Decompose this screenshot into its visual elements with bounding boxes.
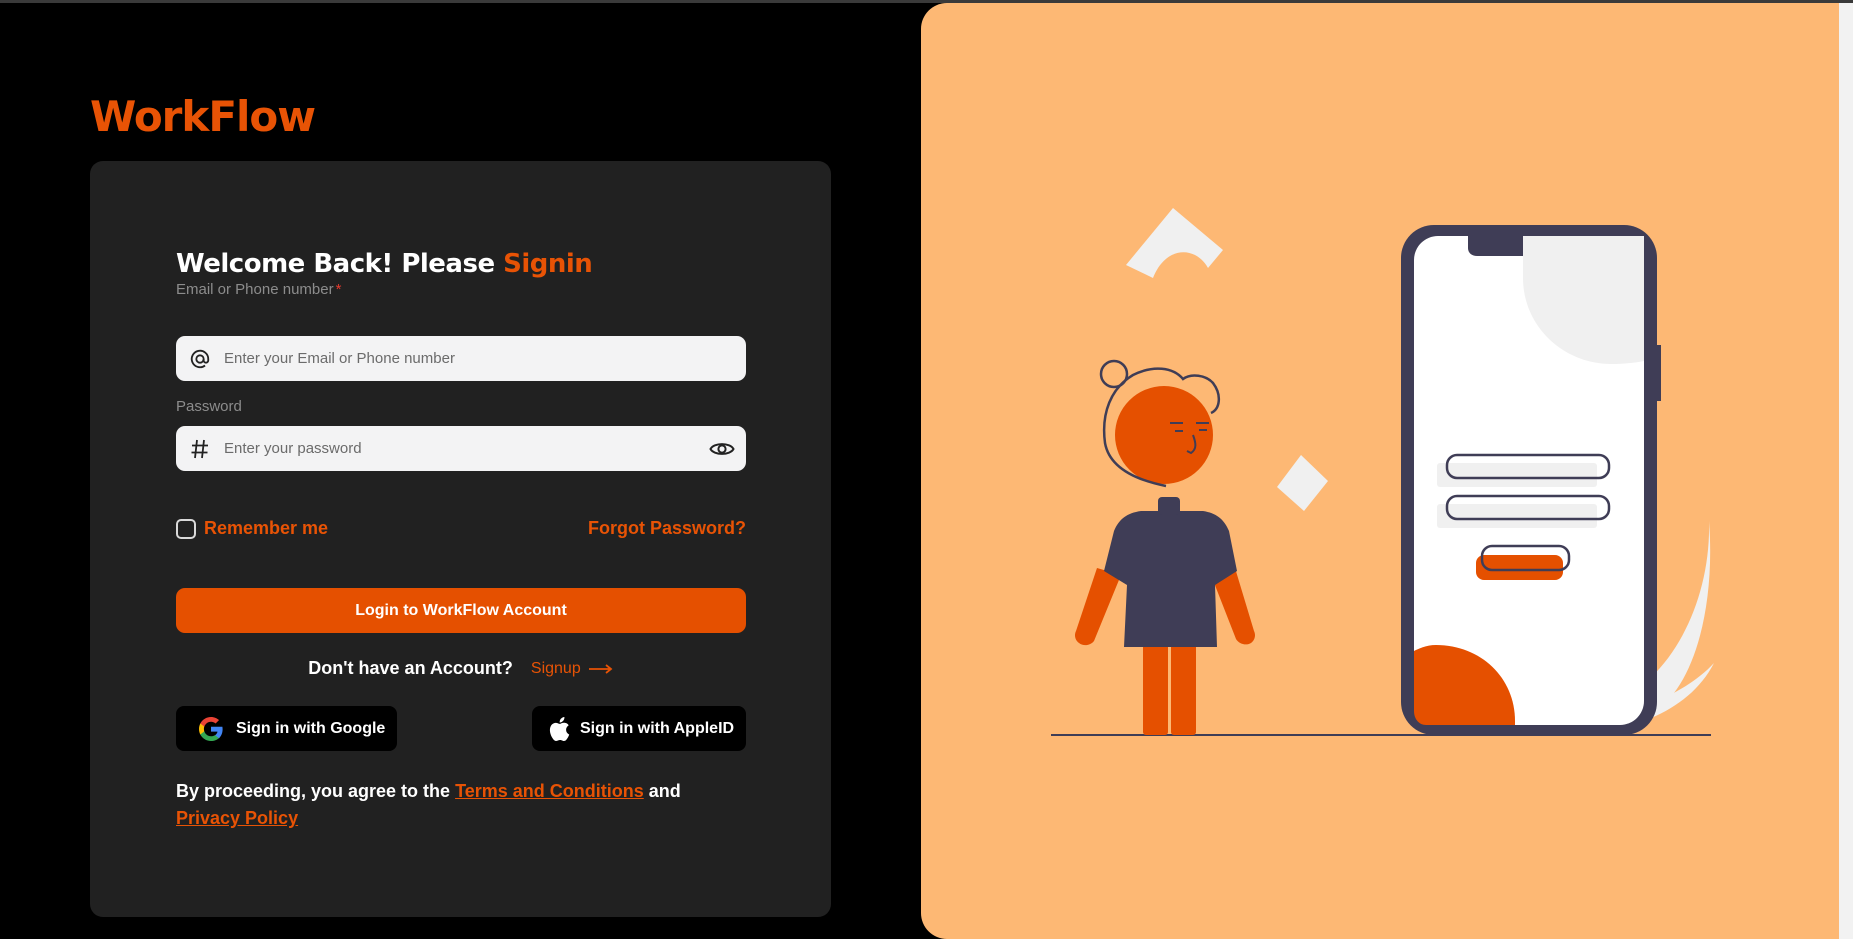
illustration-panel: [921, 3, 1839, 939]
welcome-accent: Signin: [503, 249, 593, 279]
phone-field-bg-1: [1437, 463, 1597, 487]
signup-label: Signup: [530, 659, 581, 677]
phone-button-fill: [1476, 555, 1563, 580]
terms-notice: By proceeding, you agree to the Terms an…: [176, 778, 736, 832]
terms-link[interactable]: Terms and Conditions: [455, 781, 644, 801]
floating-diamond: [1277, 455, 1328, 511]
terms-prefix: By proceeding, you agree to the: [176, 781, 456, 801]
at-icon: [176, 348, 224, 370]
remember-me-toggle[interactable]: Remember me: [176, 518, 328, 539]
app-logo: WorkFlow: [90, 92, 316, 141]
email-field-wrapper: [176, 336, 746, 381]
person-collar: [1158, 497, 1180, 515]
person-arm-left: [1075, 568, 1121, 646]
person-torso: [1104, 511, 1237, 647]
login-illustration: [1051, 208, 1714, 736]
login-button[interactable]: Login to WorkFlow Account: [176, 588, 746, 633]
terms-and: and: [643, 781, 681, 801]
forgot-password-link[interactable]: Forgot Password?: [588, 518, 746, 539]
email-input[interactable]: [224, 336, 746, 381]
remember-checkbox[interactable]: [176, 518, 196, 539]
apple-button-label: Sign in with AppleID: [580, 719, 735, 737]
google-button-label: Sign in with Google: [236, 719, 386, 737]
signup-row: Don't have an Account? Signup: [90, 658, 831, 679]
signin-card: Welcome Back! Please Signin Email or Pho…: [90, 161, 831, 917]
window-edge: [1839, 3, 1853, 939]
remember-label: Remember me: [204, 518, 329, 538]
password-input[interactable]: [224, 426, 698, 471]
no-account-text: Don't have an Account?: [308, 658, 513, 678]
phone-field-bg-2: [1437, 504, 1597, 528]
email-label: Email or Phone number *: [176, 281, 341, 298]
person-head: [1115, 386, 1213, 484]
email-label-text: Email or Phone number: [176, 281, 334, 298]
required-mark: *: [335, 281, 342, 298]
arrow-right-icon: [588, 663, 613, 674]
eye-icon[interactable]: [698, 440, 746, 458]
password-label: Password: [176, 398, 242, 415]
person-hair-bun: [1099, 359, 1129, 389]
privacy-link[interactable]: Privacy Policy: [176, 808, 298, 828]
google-icon: [199, 716, 223, 741]
hash-icon: [176, 438, 224, 460]
password-field-wrapper: [176, 426, 746, 471]
floating-shape-top: [1126, 208, 1223, 278]
person-leg-left: [1143, 643, 1168, 735]
signup-link[interactable]: Signup: [531, 660, 613, 678]
welcome-heading: Welcome Back! Please Signin: [176, 249, 593, 279]
welcome-text: Welcome Back! Please: [176, 249, 504, 279]
apple-signin-button[interactable]: Sign in with AppleID: [532, 706, 746, 751]
apple-icon: [549, 716, 570, 741]
google-signin-button[interactable]: Sign in with Google: [176, 706, 397, 751]
person-leg-right: [1171, 643, 1196, 735]
phone-side-button: [1655, 345, 1661, 401]
